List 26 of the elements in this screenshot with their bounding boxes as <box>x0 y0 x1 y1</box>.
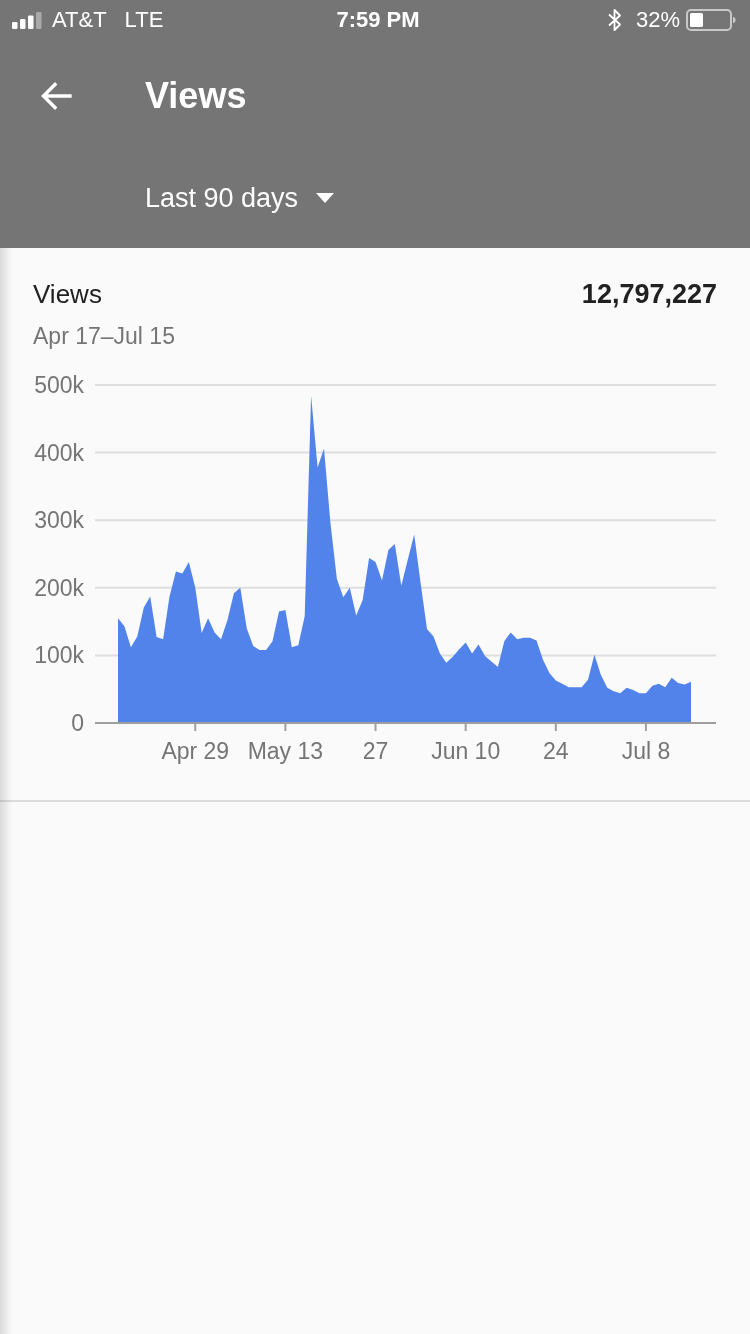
signal-icon <box>12 11 42 29</box>
carrier-name: AT&T <box>52 7 107 33</box>
x-axis-label: Jul 8 <box>621 738 671 764</box>
x-axis-label: 24 <box>543 738 569 764</box>
y-axis-label: 0 <box>71 710 84 736</box>
x-axis-label: Jun 10 <box>431 738 501 764</box>
y-axis-label: 100k <box>34 642 84 669</box>
x-axis-label: May 13 <box>247 738 324 764</box>
y-axis-label: 300k <box>34 507 84 534</box>
caret-icon <box>316 193 335 203</box>
y-axis-label: 400k <box>34 439 84 466</box>
back-icon[interactable] <box>40 82 72 110</box>
x-axis-label: 27 <box>362 738 389 764</box>
metric-total: 12,797,227 <box>581 278 717 310</box>
bluetooth-icon <box>607 8 622 32</box>
battery-percent: 32% <box>635 7 680 33</box>
network-type: LTE <box>124 7 164 33</box>
metric-title: Views <box>33 278 102 310</box>
period-dropdown[interactable]: Last 90 days <box>145 182 335 214</box>
page-title: Views <box>145 75 247 117</box>
y-axis-label: 200k <box>34 574 84 601</box>
y-axis-label: 500k <box>34 372 84 398</box>
x-axis-label: Apr 29 <box>161 738 230 764</box>
clock-time: 7:59 PM <box>335 7 420 33</box>
date-range: Apr 17–Jul 15 <box>33 322 175 350</box>
battery-icon <box>686 9 736 31</box>
